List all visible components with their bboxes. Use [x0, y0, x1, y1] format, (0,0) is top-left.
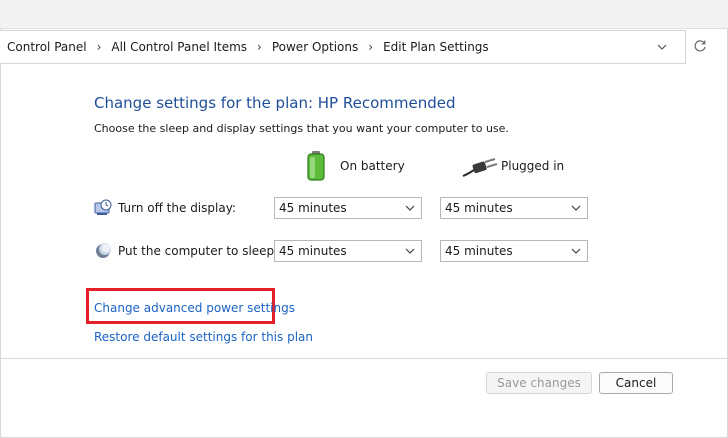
chevron-down-icon [571, 205, 581, 211]
breadcrumb-power-options[interactable]: Power Options [272, 40, 358, 54]
column-on-battery: On battery [340, 159, 405, 173]
breadcrumb-separator-icon: › [368, 40, 374, 54]
page-title: Change settings for the plan: HP Recomme… [94, 94, 456, 112]
battery-icon [307, 151, 325, 181]
top-strip [0, 0, 728, 29]
breadcrumb-separator-icon: › [257, 40, 262, 54]
cancel-button[interactable]: Cancel [599, 372, 673, 394]
chevron-down-icon[interactable] [656, 41, 668, 53]
save-changes-button[interactable]: Save changes [486, 372, 592, 394]
breadcrumb-all-items[interactable]: All Control Panel Items [111, 40, 247, 54]
chevron-down-icon [571, 248, 581, 254]
chevron-down-icon [405, 248, 415, 254]
page-subtitle: Choose the sleep and display settings th… [94, 122, 509, 135]
change-advanced-power-settings-link[interactable]: Change advanced power settings [94, 301, 295, 315]
address-bar[interactable]: Control Panel › All Control Panel Items … [0, 30, 686, 64]
column-plugged-in: Plugged in [501, 159, 565, 173]
sleep-battery-select[interactable]: 45 minutes [274, 240, 422, 262]
sleep-plugged-value: 45 minutes [445, 244, 513, 258]
turn-off-display-label: Turn off the display: [118, 201, 236, 215]
footer-divider [0, 358, 728, 359]
refresh-icon[interactable] [692, 38, 708, 54]
display-battery-value: 45 minutes [279, 201, 347, 215]
sleep-moon-icon [96, 243, 111, 258]
sleep-battery-value: 45 minutes [279, 244, 347, 258]
breadcrumb: Control Panel › All Control Panel Items … [7, 31, 489, 63]
sleep-plugged-select[interactable]: 45 minutes [440, 240, 588, 262]
restore-default-settings-link[interactable]: Restore default settings for this plan [94, 330, 313, 344]
breadcrumb-edit-plan[interactable]: Edit Plan Settings [383, 40, 489, 54]
display-battery-select[interactable]: 45 minutes [274, 197, 422, 219]
display-timer-icon [94, 199, 112, 215]
put-to-sleep-label: Put the computer to sleep: [118, 244, 279, 258]
display-plugged-value: 45 minutes [445, 201, 513, 215]
plug-icon [462, 158, 498, 177]
display-plugged-select[interactable]: 45 minutes [440, 197, 588, 219]
breadcrumb-control-panel[interactable]: Control Panel [7, 40, 87, 54]
breadcrumb-separator-icon: › [96, 40, 102, 54]
chevron-down-icon [405, 205, 415, 211]
